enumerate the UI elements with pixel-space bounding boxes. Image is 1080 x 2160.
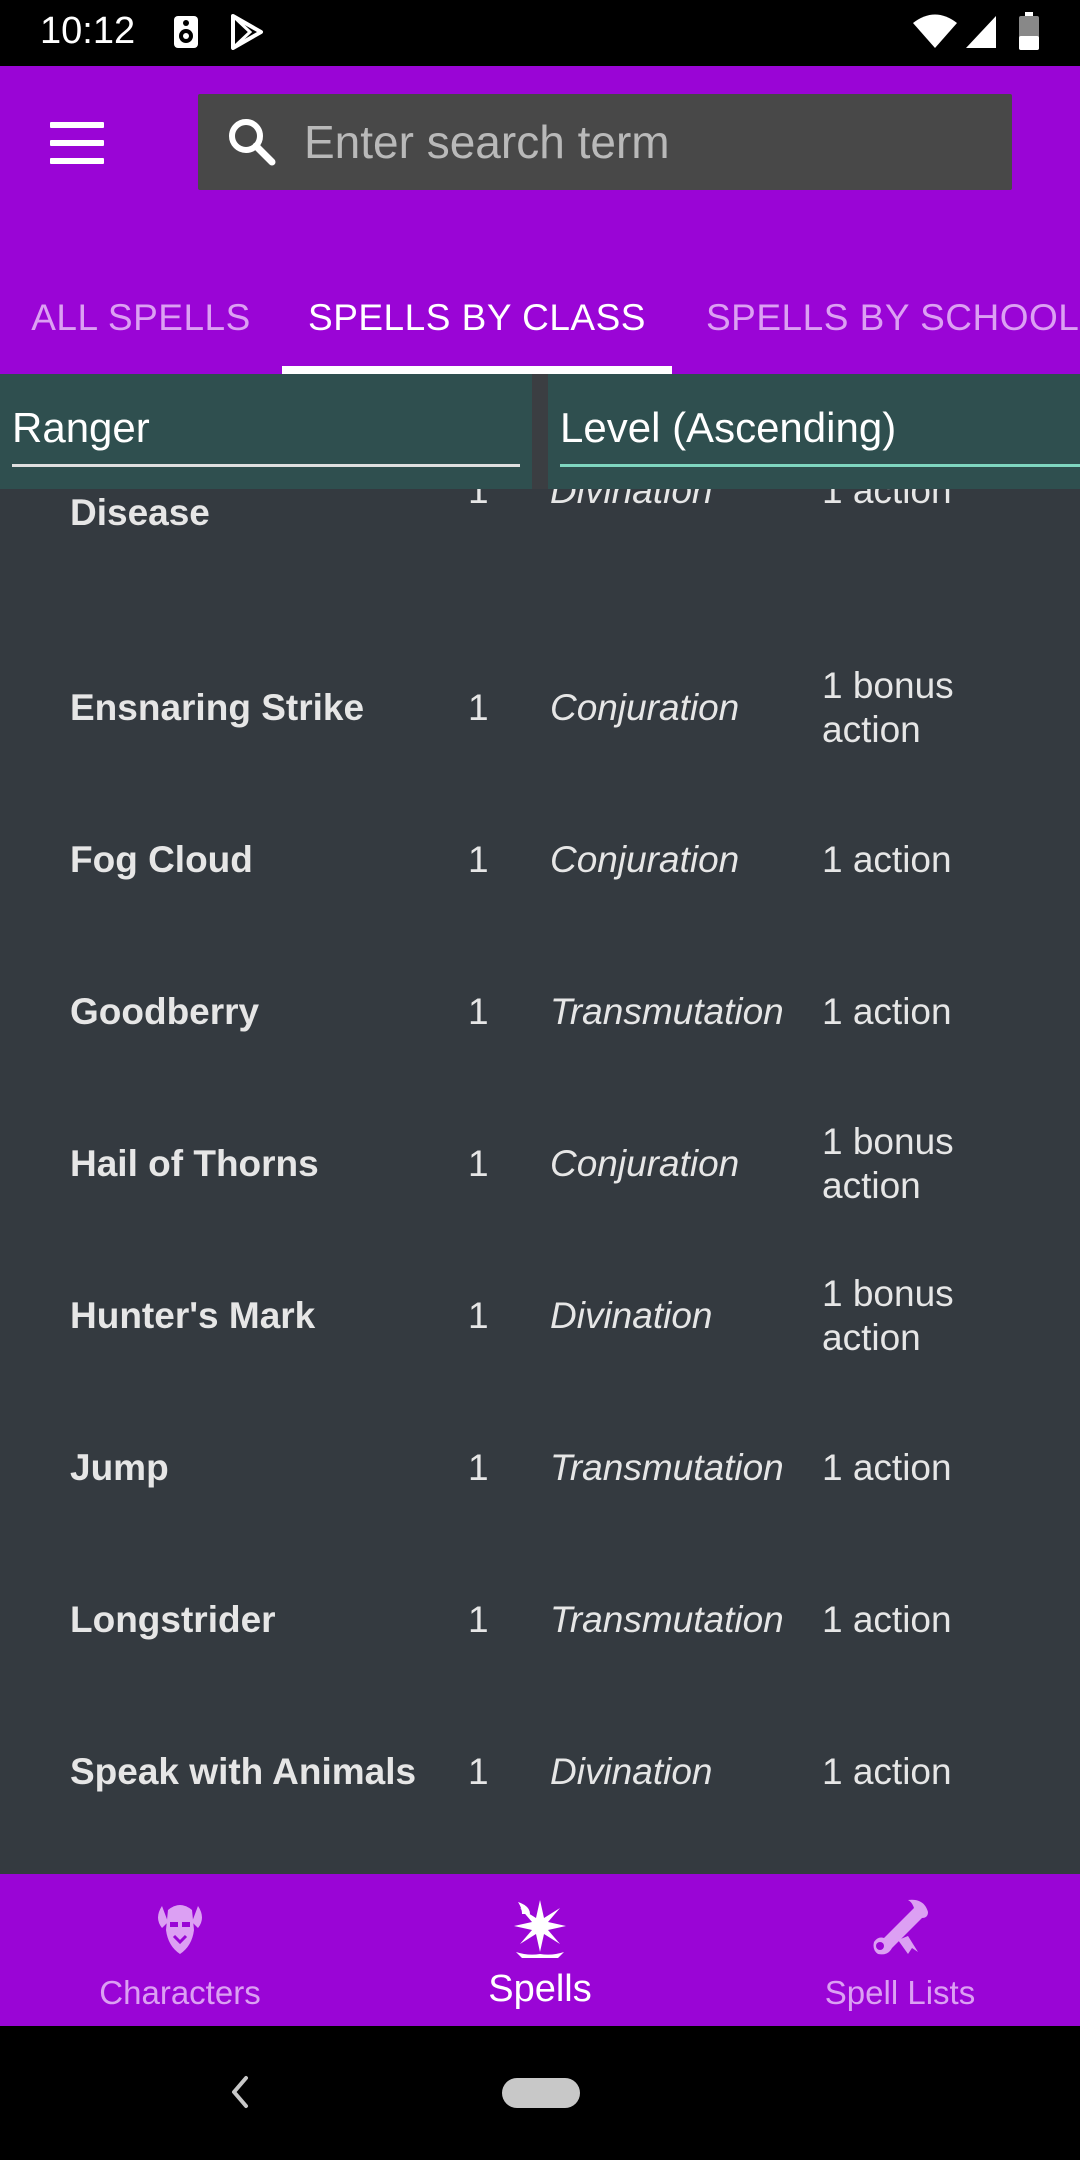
app-bar: ALL SPELLS SPELLS BY CLASS SPELLS BY SCH… — [0, 66, 1080, 374]
search-box[interactable] — [198, 94, 1012, 190]
nav-spells-label: Spells — [488, 1968, 592, 2010]
spell-school: Transmutation — [550, 1447, 784, 1488]
spell-name: Detect Poison and Disease — [70, 492, 210, 533]
sort-underline — [560, 464, 1080, 467]
spell-row[interactable]: Hail of Thorns 1 Conjuration 1 bonus act… — [0, 1088, 1080, 1240]
spell-school: Transmutation — [550, 1599, 784, 1640]
sort-dropdown[interactable]: Level (Ascending) — [548, 374, 1080, 489]
active-tab-indicator — [282, 366, 672, 374]
class-filter-value: Ranger — [12, 404, 150, 451]
tab-spells-by-school[interactable]: SPELLS BY SCHOOL — [672, 262, 1080, 374]
spell-row[interactable]: Hunter's Mark 1 Divination 1 bonus actio… — [0, 1240, 1080, 1392]
spell-casting-time: 1 action — [822, 489, 952, 511]
nav-spell-lists-label: Spell Lists — [824, 1974, 976, 2011]
spell-row[interactable]: Fog Cloud 1 Conjuration 1 action — [0, 784, 1080, 936]
spell-name: Ensnaring Strike — [70, 687, 365, 728]
spell-name: Jump — [70, 1447, 169, 1488]
search-icon — [229, 119, 276, 166]
nav-characters[interactable]: Characters — [30, 1874, 330, 2026]
battery-icon — [1019, 12, 1039, 50]
spell-name: Hail of Thorns — [70, 1143, 319, 1184]
spell-school: Conjuration — [550, 839, 740, 880]
spell-school: Divination — [550, 1295, 713, 1336]
play-store-icon — [231, 14, 263, 50]
tab-all-spells[interactable]: ALL SPELLS — [0, 262, 282, 374]
spell-name: Speak with Animals — [70, 1751, 417, 1792]
spell-school: Divination — [550, 489, 713, 511]
spell-level: 1 — [468, 687, 489, 728]
search-input[interactable] — [304, 94, 994, 190]
spell-school: Transmutation — [550, 991, 784, 1032]
nav-characters-label: Characters — [99, 1974, 261, 2011]
class-filter-dropdown[interactable]: Ranger — [0, 374, 532, 489]
spell-level: 1 — [468, 1295, 489, 1336]
spell-list[interactable]: Detect Poison and Disease 1 Divination 1… — [0, 489, 1080, 1874]
cell-signal-icon — [966, 16, 996, 48]
spell-casting-time: 1 bonus action — [822, 1121, 954, 1206]
spell-casting-time: 1 action — [822, 1751, 952, 1792]
system-nav-bar — [0, 2026, 1080, 2160]
filter-row: Ranger Level (Ascending) — [0, 374, 1080, 489]
menu-icon[interactable] — [50, 122, 104, 164]
spell-casting-time: 1 action — [822, 839, 952, 880]
spell-level: 1 — [468, 489, 489, 511]
characters-icon — [158, 1905, 202, 1954]
spell-level: 1 — [468, 1447, 489, 1488]
spell-school: Conjuration — [550, 1143, 740, 1184]
spell-level: 1 — [468, 839, 489, 880]
status-time: 10:12 — [40, 10, 136, 52]
wifi-icon — [913, 14, 957, 48]
sort-value: Level (Ascending) — [560, 404, 897, 451]
nav-spells[interactable]: Spells — [390, 1874, 690, 2026]
bottom-navigation: Characters Spells Spell Lists — [0, 1874, 1080, 2026]
spell-name: Longstrider — [70, 1599, 276, 1640]
spells-icon — [514, 1900, 566, 1958]
spell-casting-time: 1 action — [822, 1599, 952, 1640]
spell-level: 1 — [468, 1599, 489, 1640]
nav-spell-lists[interactable]: Spell Lists — [750, 1874, 1050, 2026]
spell-name: Hunter's Mark — [70, 1295, 316, 1336]
spell-casting-time: 1 action — [822, 991, 952, 1032]
spell-row[interactable]: Ensnaring Strike 1 Conjuration 1 bonus a… — [0, 632, 1080, 784]
spell-school: Divination — [550, 1751, 713, 1792]
spell-name: Goodberry — [70, 991, 260, 1032]
spell-level: 1 — [468, 991, 489, 1032]
spell-row[interactable]: Jump 1 Transmutation 1 action — [0, 1392, 1080, 1544]
spell-name: Fog Cloud — [70, 839, 253, 880]
back-icon[interactable] — [222, 2072, 258, 2112]
home-pill[interactable] — [502, 2078, 580, 2108]
spell-casting-time: 1 action — [822, 1447, 952, 1488]
spell-casting-time: 1 bonus action — [822, 1273, 954, 1358]
class-filter-underline — [12, 464, 520, 467]
tab-bar: ALL SPELLS SPELLS BY CLASS SPELLS BY SCH… — [0, 262, 1080, 374]
spell-row[interactable]: Detect Poison and Disease 1 Divination 1… — [0, 489, 1080, 567]
spell-row[interactable]: Longstrider 1 Transmutation 1 action — [0, 1544, 1080, 1696]
speaker-icon — [174, 16, 198, 48]
spell-level: 1 — [468, 1751, 489, 1792]
tab-spells-by-class[interactable]: SPELLS BY CLASS — [282, 262, 672, 374]
spell-row[interactable]: Speak with Animals 1 Divination 1 action — [0, 1696, 1080, 1848]
spell-level: 1 — [468, 1143, 489, 1184]
spell-school: Conjuration — [550, 687, 740, 728]
spell-casting-time: 1 bonus action — [822, 665, 954, 750]
status-bar: 10:12 — [0, 0, 1080, 66]
spell-lists-icon — [873, 1899, 928, 1955]
spell-row[interactable]: Goodberry 1 Transmutation 1 action — [0, 936, 1080, 1088]
